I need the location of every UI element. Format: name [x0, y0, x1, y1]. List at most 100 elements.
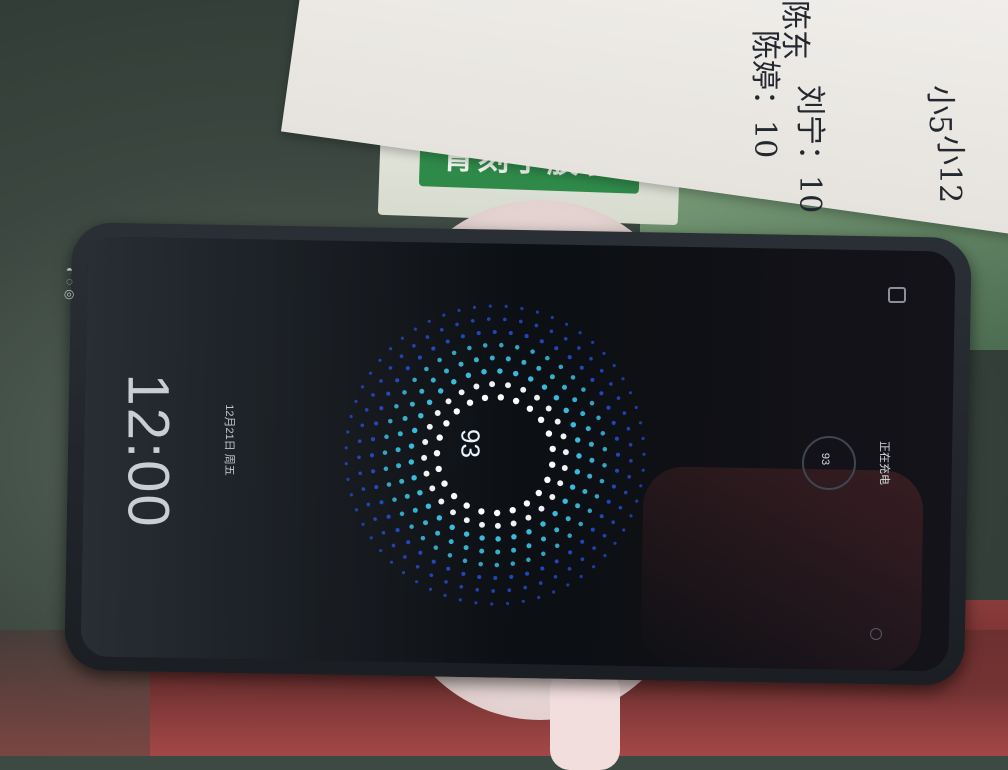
- charging-dot: [589, 400, 595, 406]
- fingerprint-icon[interactable]: [870, 628, 882, 640]
- charging-dot: [443, 368, 450, 374]
- charging-dot: [622, 411, 627, 415]
- charging-dot: [346, 477, 350, 481]
- charging-dot: [527, 376, 534, 382]
- charging-dot: [379, 379, 383, 383]
- charging-dot: [463, 517, 470, 524]
- photo-scene: 青刻宁胶囊 陈东 陈婷：10 刘宁：10 小5 小12 ◐◌◎ 12:00 12…: [0, 0, 1008, 770]
- charging-dot: [431, 346, 436, 351]
- charging-dot: [354, 508, 359, 512]
- charging-dot: [462, 558, 468, 564]
- charging-dot: [535, 489, 542, 497]
- charging-dot: [590, 527, 595, 532]
- charging-dot: [392, 497, 397, 502]
- charging-dot: [579, 365, 584, 370]
- charging-dot: [369, 536, 373, 540]
- charging-dot: [463, 545, 469, 551]
- charging-dot: [466, 399, 474, 406]
- charging-dot: [430, 377, 436, 383]
- charging-dot: [493, 575, 498, 581]
- charging-dot: [520, 306, 524, 311]
- charging-dot: [435, 530, 441, 536]
- charging-dot: [391, 543, 396, 548]
- charging-dot: [560, 433, 567, 440]
- charging-dot: [389, 560, 394, 564]
- charging-dot: [506, 601, 510, 606]
- status-bar-icons: ◐◌◎: [63, 267, 77, 304]
- charging-dot: [611, 420, 616, 425]
- charging-dot: [562, 498, 568, 504]
- charging-dot: [399, 478, 405, 484]
- charging-dot: [549, 494, 556, 500]
- charging-dot: [436, 515, 443, 521]
- charging-dot: [594, 494, 600, 499]
- charging-dot: [589, 356, 593, 361]
- charging-dot: [581, 387, 586, 392]
- charging-dot: [641, 436, 645, 441]
- charging-dot: [489, 355, 495, 361]
- charging-dot: [599, 514, 604, 519]
- charging-dot: [629, 514, 633, 518]
- charging-dot: [397, 431, 403, 437]
- charging-dot: [374, 421, 379, 426]
- charging-dot: [611, 520, 616, 525]
- camera-icon[interactable]: [888, 287, 906, 303]
- charging-dot: [371, 469, 376, 474]
- charging-dot: [457, 308, 461, 312]
- charging-dot: [599, 478, 605, 484]
- charging-dot: [383, 466, 389, 472]
- charging-dot: [628, 442, 633, 447]
- charging-dot: [575, 503, 581, 509]
- charging-dot: [481, 368, 487, 375]
- charging-dot: [399, 354, 404, 359]
- charging-dot: [545, 430, 553, 437]
- charging-dot: [489, 381, 496, 388]
- charging-dot: [369, 453, 375, 458]
- charging-dot: [565, 322, 569, 326]
- charging-dot: [364, 407, 369, 412]
- charging-dot: [580, 557, 585, 562]
- charging-dot: [439, 327, 444, 332]
- charging-dot: [473, 357, 479, 363]
- charging-dot: [562, 449, 569, 456]
- battery-percent-center: 93: [455, 429, 486, 458]
- charging-dot: [450, 492, 458, 500]
- lock-clock: 12:00: [115, 373, 181, 529]
- charging-dot: [366, 502, 371, 507]
- charging-dot: [441, 480, 448, 487]
- charging-dot: [423, 470, 430, 477]
- charging-dot-ring: [344, 304, 646, 606]
- charging-dot: [428, 587, 433, 591]
- charging-dot: [378, 358, 382, 362]
- charging-dot: [418, 412, 424, 419]
- charging-dot: [417, 489, 423, 496]
- charging-dot: [552, 510, 558, 517]
- charging-dot: [399, 511, 405, 517]
- charging-dot: [422, 439, 429, 445]
- charging-dot: [558, 364, 564, 370]
- charging-dot: [379, 500, 384, 505]
- charging-dot: [553, 394, 560, 401]
- charging-dot: [448, 539, 454, 545]
- charging-dot: [578, 521, 583, 527]
- charging-dot: [505, 356, 511, 362]
- charging-dot: [435, 465, 442, 473]
- charging-dot: [396, 463, 402, 469]
- charging-dot: [526, 543, 532, 549]
- charging-dot: [437, 388, 444, 394]
- charging-dot: [569, 484, 576, 490]
- charging-dot: [596, 415, 601, 421]
- charger-cable: [550, 670, 620, 770]
- charging-dot: [521, 599, 525, 603]
- charging-dot: [592, 546, 596, 550]
- charging-dot: [602, 351, 606, 355]
- charging-dot: [388, 366, 393, 370]
- charging-dot: [384, 434, 389, 440]
- charging-dot: [549, 445, 556, 453]
- charging-dot: [394, 404, 399, 409]
- charging-dot: [463, 502, 470, 509]
- charging-dot: [474, 601, 478, 605]
- charging-dot: [445, 398, 452, 405]
- charging-dot: [373, 517, 377, 521]
- charging-dot: [371, 393, 375, 397]
